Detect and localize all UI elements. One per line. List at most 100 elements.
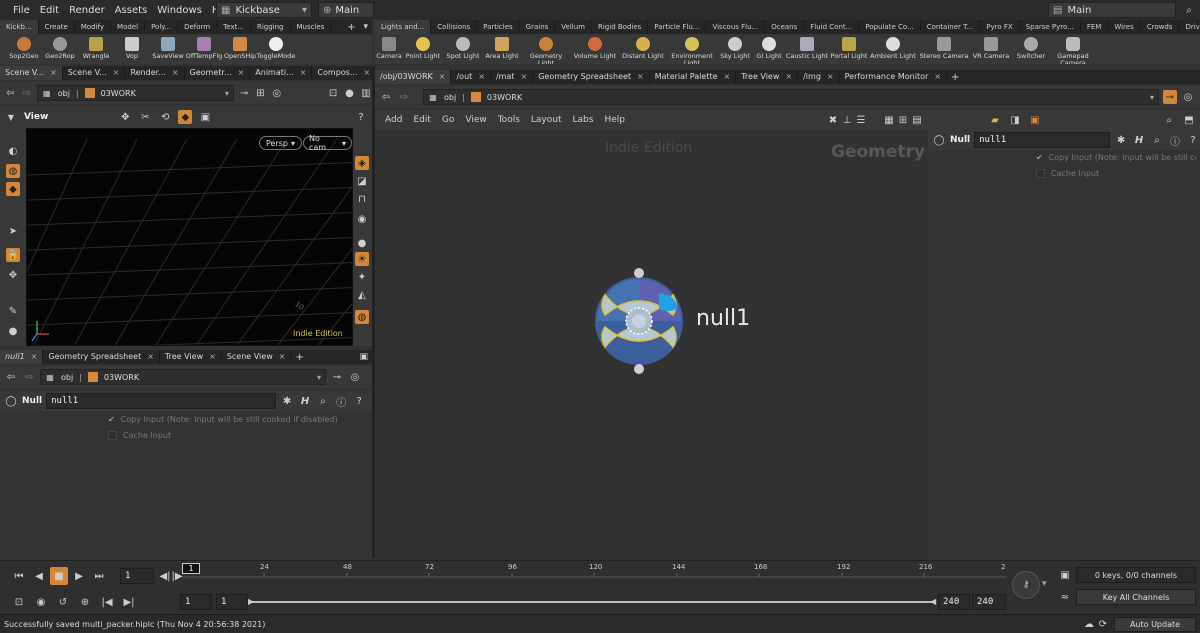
node-name-field[interactable]: null1 <box>974 132 1111 148</box>
close-icon[interactable]: × <box>439 70 446 84</box>
tool-volume-light[interactable]: Volume Light <box>571 34 619 60</box>
tab-tree-view[interactable]: Tree View × <box>736 70 799 84</box>
gear-icon[interactable]: ✱ <box>1114 133 1128 147</box>
shelf-tab-modify[interactable]: Modify <box>75 20 112 34</box>
target-icon[interactable]: ◎ <box>271 86 283 100</box>
close-icon[interactable]: × <box>827 70 834 84</box>
3d-viewport[interactable]: 10 Persp ▾ No cam ▾ Indie Edition <box>26 128 353 346</box>
timeline-ruler[interactable]: 1 24 48 72 96 120 144 168 192 216 2 <box>182 563 1006 587</box>
desktop-selector[interactable]: ▦ Kickbase ▾ <box>216 2 312 18</box>
output-connector[interactable] <box>634 364 644 374</box>
lower-left-path[interactable]: ▦ obj | 03WORK ▾ <box>40 369 326 385</box>
range-end-field[interactable]: 240 <box>972 594 1006 610</box>
range-handle-left[interactable]: ▶ <box>248 597 254 606</box>
close-icon[interactable]: × <box>478 70 485 84</box>
search-icon[interactable]: ⌕ <box>316 394 330 408</box>
close-icon[interactable]: × <box>521 70 528 84</box>
tab-null1-params[interactable]: null1 × <box>0 350 44 364</box>
viewer-menu-icon[interactable]: ▼ <box>4 110 18 124</box>
list-icon[interactable]: ☰ <box>854 113 868 127</box>
close-icon[interactable]: × <box>113 66 120 80</box>
camera-menu[interactable]: No cam ▾ <box>303 134 352 152</box>
menu-render[interactable]: Render <box>64 5 110 16</box>
shelf-tab-wires[interactable]: Wires <box>1108 20 1141 34</box>
forward-arrow-icon[interactable]: ⇨ <box>397 90 411 104</box>
play-reverse-icon[interactable]: ◀ <box>30 567 48 585</box>
rotate-handle-icon[interactable]: ⟲ <box>158 110 172 124</box>
forward-arrow-icon[interactable]: ⇨ <box>22 370 36 384</box>
menu-assets[interactable]: Assets <box>110 5 153 16</box>
view-tool-icon[interactable]: ◐ <box>6 144 20 158</box>
box-icon[interactable]: ▣ <box>1028 113 1042 127</box>
tool-offtempflg[interactable]: OffTempFlg <box>186 34 222 60</box>
visibility-icon[interactable]: ◉ <box>355 212 369 226</box>
tool-saveview[interactable]: SaveView <box>150 34 186 60</box>
lighting-icon[interactable]: ☀ <box>355 252 369 266</box>
tab-img[interactable]: /img × <box>798 70 840 84</box>
shelf-tab-lights[interactable]: Lights and... <box>375 20 432 34</box>
display-icon[interactable]: ▣ <box>198 110 212 124</box>
shelf-tab-grains[interactable]: Grains <box>520 20 556 34</box>
shelf-tab-fluid-containers[interactable]: Fluid Cont... <box>804 20 860 34</box>
tool-ambient-light[interactable]: Ambient Light <box>869 34 917 60</box>
tool-sop2geo[interactable]: Sop2Geo <box>6 34 42 60</box>
context-selector[interactable]: ⊕ Main <box>318 2 374 18</box>
search-icon[interactable]: ⌕ <box>1182 3 1196 17</box>
hscript-icon[interactable]: H <box>1132 133 1146 147</box>
realtime-icon[interactable]: ⊡ <box>10 593 28 611</box>
tool-stereo-camera[interactable]: Stereo Camera <box>917 34 971 60</box>
key-next-icon[interactable]: ▶| <box>120 593 138 611</box>
tool-distant-light[interactable]: Distant Light <box>619 34 667 60</box>
checkbox[interactable] <box>1036 169 1045 178</box>
shelf-tab-model[interactable]: Model <box>111 20 146 34</box>
add-shelf-tab-button[interactable]: + <box>343 22 359 33</box>
tab-scene-view-2[interactable]: Scene V... × <box>63 66 126 80</box>
refresh-icon[interactable]: ⟳ <box>1096 617 1110 631</box>
shelf-tab-create[interactable]: Create <box>39 20 75 34</box>
forward-arrow-icon[interactable]: ⇨ <box>20 86 32 100</box>
net-menu-add[interactable]: Add <box>385 115 402 125</box>
cache-input-param[interactable]: Cache Input <box>108 431 171 440</box>
tool-area-light[interactable]: Area Light <box>483 34 521 60</box>
pin-icon[interactable]: ⊸ <box>238 86 250 100</box>
tool-wrangle[interactable]: Wrangle <box>78 34 114 60</box>
shelf-tab-rigging[interactable]: Rigging <box>251 20 291 34</box>
range-handle-right[interactable]: ◀ <box>930 597 936 606</box>
close-icon[interactable]: × <box>934 70 941 84</box>
net-menu-tools[interactable]: Tools <box>498 115 520 125</box>
target-icon[interactable]: ◎ <box>1181 90 1195 104</box>
loop-icon[interactable]: ↺ <box>54 593 72 611</box>
graph-icon[interactable]: ≈ <box>1058 590 1072 604</box>
sticky-note-icon[interactable]: ◨ <box>1008 113 1022 127</box>
checkbox[interactable] <box>108 431 117 440</box>
close-icon[interactable]: × <box>300 66 307 80</box>
close-icon[interactable]: × <box>785 70 792 84</box>
tab-mat[interactable]: /mat × <box>491 70 534 84</box>
info-icon[interactable]: ⓘ <box>334 394 348 409</box>
cache-input-param[interactable]: Cache Input <box>1036 169 1099 178</box>
update-mode-button[interactable]: Auto Update <box>1114 616 1196 632</box>
hscript-icon[interactable]: H <box>298 394 312 408</box>
tab-render-view[interactable]: Render... × <box>125 66 185 80</box>
shelf-tab-container-tools[interactable]: Container T... <box>921 20 981 34</box>
layout-icon[interactable]: ▤ <box>910 113 924 127</box>
link-icon[interactable]: ⊞ <box>254 86 266 100</box>
tool-spot-light[interactable]: Spot Light <box>443 34 483 60</box>
pin-icon[interactable]: ⊸ <box>1163 90 1177 104</box>
shelf-tab-particle-fluids[interactable]: Particle Flu... <box>648 20 707 34</box>
tab-geometry-spreadsheet[interactable]: Geometry Spreadsheet × <box>533 70 650 84</box>
range-slider[interactable] <box>250 601 936 603</box>
menu-edit[interactable]: Edit <box>35 5 64 16</box>
tab-performance-monitor[interactable]: Performance Monitor × <box>840 70 947 84</box>
info-icon[interactable]: ⓘ <box>1168 133 1182 148</box>
shelf-tab-crowds[interactable]: Crowds <box>1141 20 1180 34</box>
shelf-tab-oceans[interactable]: Oceans <box>765 20 805 34</box>
padlock-icon[interactable]: ⊓ <box>355 192 369 206</box>
jump-start-icon[interactable]: ⏮ <box>10 567 28 585</box>
close-icon[interactable]: × <box>279 350 286 364</box>
tab-out[interactable]: /out × <box>451 70 491 84</box>
null1-node[interactable] <box>593 268 685 374</box>
shelf-tab-fem[interactable]: FEM <box>1081 20 1109 34</box>
lock-icon[interactable]: 🔒 <box>6 248 20 262</box>
display-options-icon[interactable]: ⊡ <box>327 86 339 100</box>
